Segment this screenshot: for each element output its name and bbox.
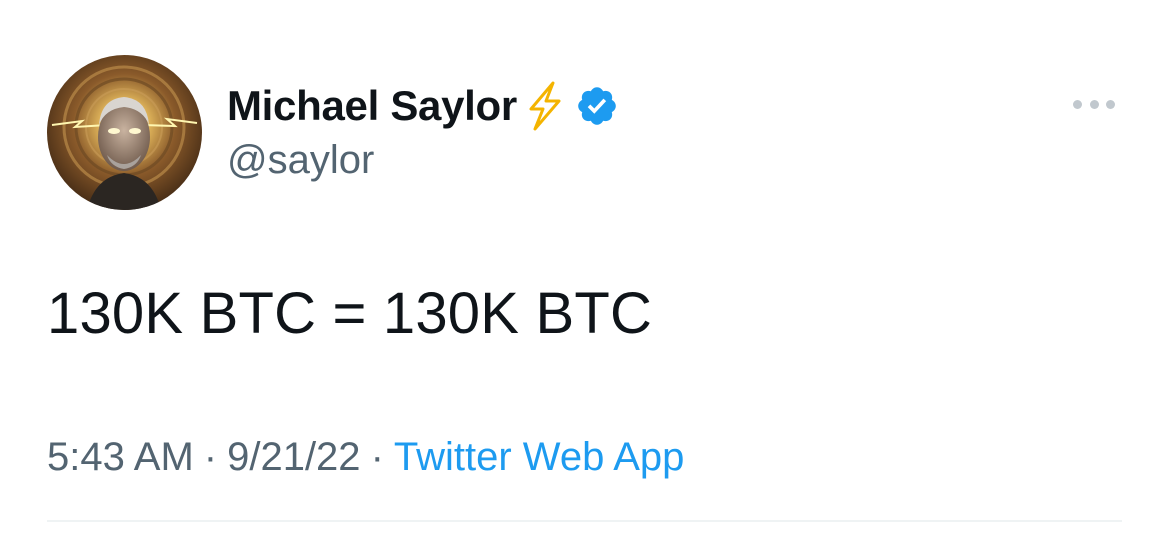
- more-horizontal-icon: [1073, 99, 1082, 109]
- author-name-row: Michael Saylor: [227, 80, 619, 132]
- tweet-time[interactable]: 5:43 AM: [47, 435, 194, 479]
- more-horizontal-icon: [1089, 99, 1099, 109]
- author-display-name[interactable]: Michael Saylor: [227, 82, 517, 130]
- lightning-bolt-icon: [523, 80, 565, 132]
- tweet-text: 130K BTC = 130K BTC: [47, 281, 653, 346]
- metadata-separator: ·: [203, 435, 218, 479]
- tweet-source-link[interactable]: Twitter Web App: [394, 435, 685, 479]
- divider: [47, 520, 1122, 522]
- metadata-separator: ·: [370, 435, 384, 479]
- more-horizontal-icon: [1106, 99, 1115, 109]
- profile-photo-icon: [47, 55, 202, 210]
- tweet-metadata: 5:43 AM · 9/21/22 · Twitter Web App: [47, 435, 684, 480]
- tweet-date[interactable]: 9/21/22: [227, 435, 360, 479]
- verified-badge-icon: [575, 84, 619, 128]
- tweet-card: Michael Saylor @saylor 130K BTC = 130K B…: [0, 0, 1169, 542]
- more-options-button[interactable]: [1066, 90, 1122, 118]
- author-handle[interactable]: @saylor: [227, 138, 374, 183]
- author-avatar[interactable]: [47, 55, 202, 210]
